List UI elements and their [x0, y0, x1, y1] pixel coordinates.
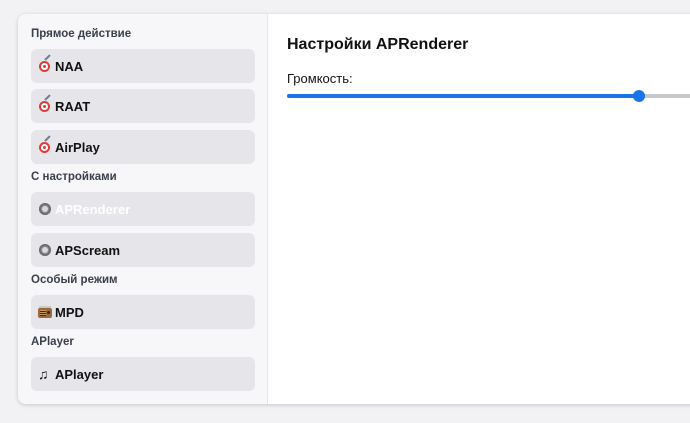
sidebar-item-label: APScream	[55, 242, 121, 258]
sidebar-item-label: NAA	[55, 58, 84, 74]
sidebar-item-label: MPD	[55, 304, 84, 320]
sidebar-item-apscream[interactable]: APScream	[31, 233, 255, 267]
sidebar: Прямое действие NAA RAAT AirPlay С настр…	[18, 14, 268, 404]
gear-icon	[38, 202, 52, 216]
target-icon	[38, 135, 52, 154]
sidebar-item-raat[interactable]: RAAT	[31, 89, 255, 123]
sidebar-item-aplayer[interactable]: ♫ APlayer	[31, 357, 255, 391]
group-label-aplayer: APlayer	[31, 336, 74, 348]
sidebar-item-label: RAAT	[55, 98, 91, 114]
sidebar-item-aprenderer[interactable]: APRenderer	[31, 192, 255, 226]
radio-icon	[38, 305, 52, 319]
target-icon	[38, 54, 52, 73]
gear-icon	[38, 243, 52, 257]
sidebar-item-airplay[interactable]: AirPlay	[31, 130, 255, 164]
sidebar-item-label: APlayer	[55, 366, 104, 382]
sidebar-item-mpd[interactable]: MPD	[31, 295, 255, 329]
group-label-settings: С настройками	[31, 171, 117, 183]
group-label-direct: Прямое действие	[31, 28, 132, 40]
music-note-icon: ♫	[38, 366, 49, 382]
volume-slider-fill	[287, 94, 639, 98]
sidebar-item-label: AirPlay	[55, 139, 100, 155]
main-content: Настройки APRenderer Громкость:	[268, 14, 690, 404]
volume-slider[interactable]	[287, 90, 690, 102]
settings-panel: Прямое действие NAA RAAT AirPlay С настр…	[18, 14, 690, 404]
group-label-special: Особый режим	[31, 274, 118, 286]
volume-slider-thumb[interactable]	[633, 90, 645, 102]
sidebar-item-naa[interactable]: NAA	[31, 49, 255, 83]
page-title: Настройки APRenderer	[287, 36, 469, 53]
target-icon	[38, 94, 52, 113]
sidebar-item-label: APRenderer	[55, 201, 131, 217]
volume-label: Громкость:	[287, 71, 353, 86]
